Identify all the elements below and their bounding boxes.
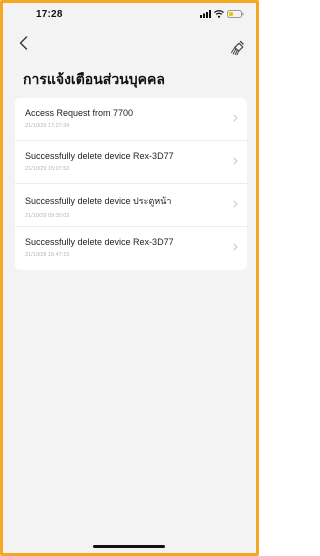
status-icons — [200, 9, 244, 19]
notification-time: 21/10/29 09:30:02 — [25, 213, 70, 219]
notification-time: 21/10/29 17:27:34 — [25, 123, 70, 129]
chevron-right-icon — [233, 157, 238, 165]
battery-icon — [227, 10, 244, 18]
app-screen: 17:28 การแจ้งเตือนส่วนบุคคล Access Reque… — [0, 0, 259, 556]
notification-title: Successfully delete device Rex-3D77 — [25, 151, 174, 161]
notification-list: Access Request from 7700 21/10/29 17:27:… — [15, 98, 247, 270]
page-title: การแจ้งเตือนส่วนบุคคล — [23, 71, 165, 87]
notification-title: Access Request from 7700 — [25, 108, 134, 118]
chevron-right-icon — [233, 200, 238, 208]
notification-item[interactable]: Access Request from 7700 21/10/29 17:27:… — [15, 98, 247, 141]
notification-item[interactable]: Successfully delete device Rex-3D77 21/1… — [15, 141, 247, 184]
chevron-left-icon[interactable] — [17, 35, 31, 51]
navigation-bar — [3, 25, 256, 61]
notification-item[interactable]: Successfully delete device ประตูหน้า 21/… — [15, 184, 247, 227]
broom-icon[interactable] — [230, 40, 246, 56]
status-bar: 17:28 — [3, 3, 256, 25]
notification-title: Successfully delete device Rex-3D77 — [25, 237, 174, 247]
signal-icon — [200, 10, 211, 18]
notification-item[interactable]: Successfully delete device Rex-3D77 21/1… — [15, 227, 247, 270]
notification-time: 21/10/28 15:47:15 — [25, 252, 70, 258]
status-time: 17:28 — [36, 9, 63, 20]
notification-time: 21/10/29 15:07:53 — [25, 166, 70, 172]
notification-title: Successfully delete device ประตูหน้า — [25, 196, 172, 206]
wifi-icon — [214, 10, 224, 18]
chevron-right-icon — [233, 114, 238, 122]
home-indicator[interactable] — [93, 545, 165, 548]
chevron-right-icon — [233, 243, 238, 251]
